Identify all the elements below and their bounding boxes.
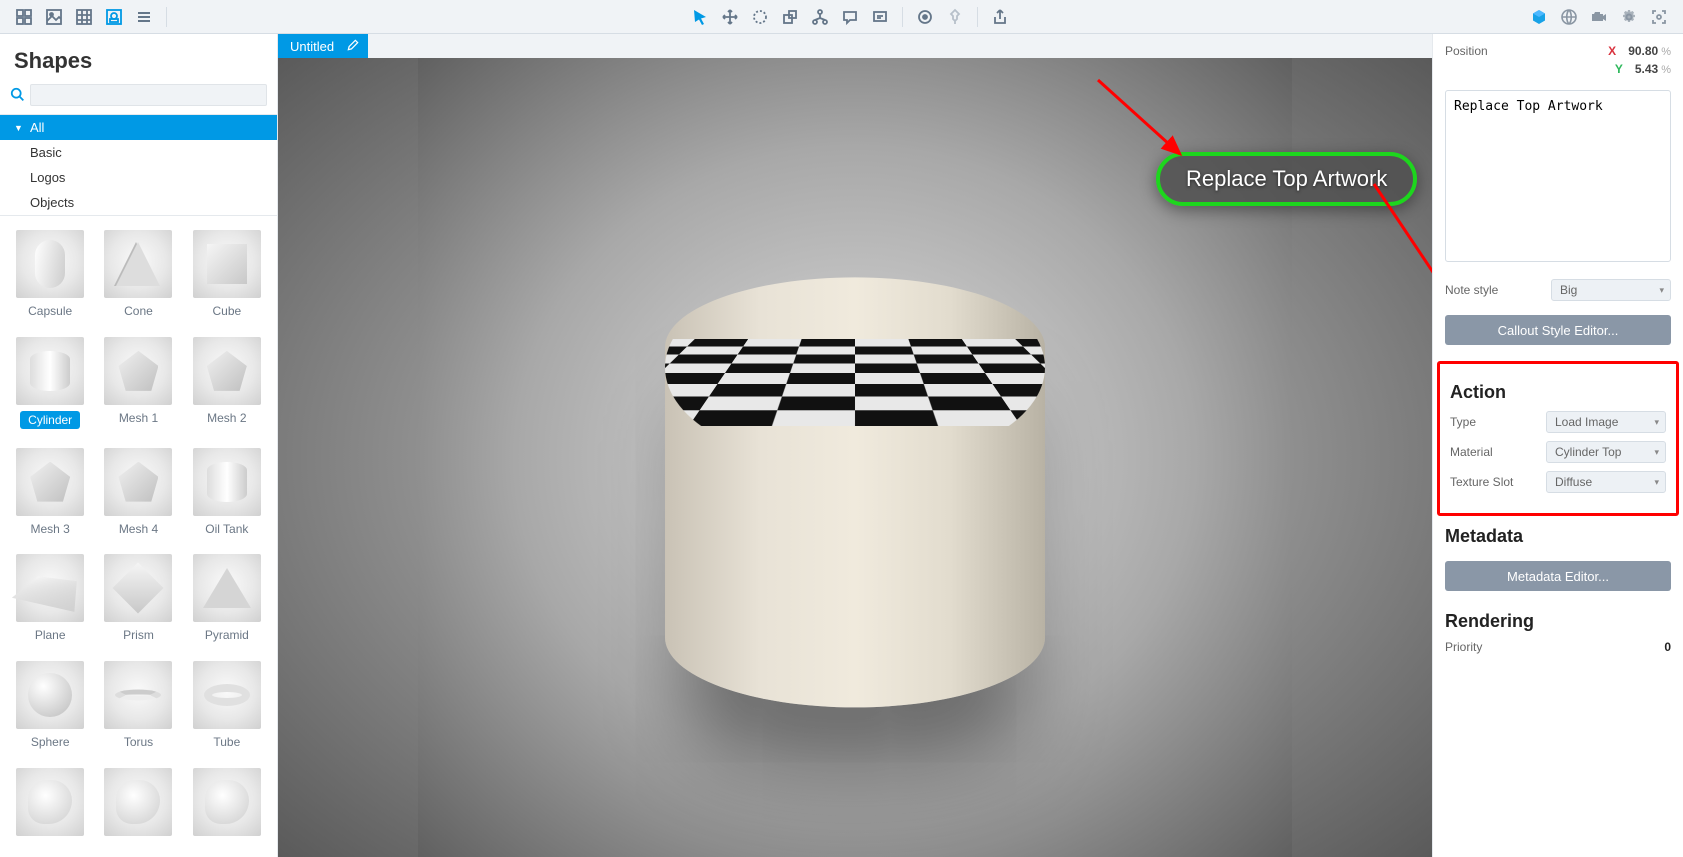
shape-item[interactable]	[187, 768, 267, 843]
shape-label: Pyramid	[205, 628, 249, 642]
hierarchy-tool-icon[interactable]	[806, 3, 834, 31]
rotate-tool-icon[interactable]	[746, 3, 774, 31]
priority-value[interactable]: 0	[1627, 640, 1671, 654]
callout-style-editor-button[interactable]: Callout Style Editor...	[1445, 315, 1671, 345]
position-y-value[interactable]: 5.43	[1635, 62, 1658, 76]
shapes-sidebar: Shapes AllBasicLogosObjects CapsuleConeC…	[0, 34, 278, 857]
axis-x-label: X	[1602, 44, 1622, 58]
shape-label: Sphere	[31, 735, 70, 749]
shape-label: Mesh 1	[119, 411, 158, 425]
shape-item[interactable]: Sphere	[10, 661, 90, 750]
action-section: Action Type Load Image▾ Material Cylinde…	[1437, 361, 1679, 516]
shape-item[interactable]: Torus	[98, 661, 178, 750]
shape-label: Tube	[213, 735, 240, 749]
category-item[interactable]: Basic	[0, 140, 277, 165]
callout-text: Replace Top Artwork	[1186, 166, 1387, 191]
shape-label: Prism	[123, 628, 154, 642]
shape-item[interactable]: Prism	[98, 554, 178, 643]
fullscreen-icon[interactable]	[1645, 3, 1673, 31]
shape-item[interactable]: Cube	[187, 230, 267, 319]
shape-label: Mesh 3	[30, 522, 69, 536]
priority-label: Priority	[1445, 640, 1482, 654]
shape-label: Cone	[124, 304, 153, 318]
shape-label: Cube	[212, 304, 241, 318]
menu-icon[interactable]	[130, 3, 158, 31]
rendering-title: Rendering	[1445, 611, 1671, 632]
axis-y-label: Y	[1609, 62, 1629, 76]
shape-item[interactable]: Mesh 4	[98, 448, 178, 537]
action-texture-slot-select[interactable]: Diffuse▾	[1546, 471, 1666, 493]
viewport-area: Untitled Replace Top Artwork	[278, 34, 1432, 857]
shape-item[interactable]: Mesh 2	[187, 337, 267, 430]
pin-icon[interactable]	[941, 3, 969, 31]
category-list: AllBasicLogosObjects	[0, 114, 277, 215]
move-tool-icon[interactable]	[716, 3, 744, 31]
shape-search-input[interactable]	[30, 84, 267, 106]
shape-label: Mesh 2	[207, 411, 246, 425]
shape-item[interactable]	[10, 768, 90, 843]
action-title: Action	[1450, 382, 1666, 403]
category-item[interactable]: Logos	[0, 165, 277, 190]
top-toolbar	[0, 0, 1683, 34]
shape-label: Mesh 4	[119, 522, 158, 536]
shape-label: Plane	[35, 628, 66, 642]
viewport-3d[interactable]: Replace Top Artwork	[278, 58, 1432, 857]
position-label: Position	[1445, 44, 1596, 58]
sidebar-title: Shapes	[0, 34, 277, 84]
shape-item[interactable]: Mesh 3	[10, 448, 90, 537]
tab-label: Untitled	[290, 39, 334, 54]
target-icon[interactable]	[911, 3, 939, 31]
cylinder-object[interactable]	[665, 277, 1045, 707]
position-x-value[interactable]: 90.80	[1628, 44, 1658, 58]
shape-item[interactable]: Capsule	[10, 230, 90, 319]
camera-icon[interactable]	[1585, 3, 1613, 31]
panel-layout-grid-icon[interactable]	[10, 3, 38, 31]
shape-item[interactable]: Cone	[98, 230, 178, 319]
action-type-label: Type	[1450, 415, 1476, 429]
panel-table-icon[interactable]	[70, 3, 98, 31]
shape-item[interactable]: Cylinder	[10, 337, 90, 430]
metadata-editor-button[interactable]: Metadata Editor...	[1445, 561, 1671, 591]
tab-edit-icon[interactable]	[346, 38, 360, 55]
shape-label: Torus	[124, 735, 153, 749]
shape-item[interactable]: Pyramid	[187, 554, 267, 643]
share-icon[interactable]	[986, 3, 1014, 31]
arrow-annotation	[1368, 178, 1432, 468]
shapes-grid: Capsule Cone Cube Cylinder Mesh 1 Mesh 2 Mesh …	[0, 215, 277, 857]
action-texture-slot-label: Texture Slot	[1450, 475, 1513, 489]
action-material-select[interactable]: Cylinder Top▾	[1546, 441, 1666, 463]
inspector-panel: Position X 90.80% Y 5.43% Note style Big…	[1432, 34, 1683, 857]
document-tab[interactable]: Untitled	[278, 34, 368, 58]
search-icon	[10, 87, 26, 103]
callout-annotation[interactable]: Replace Top Artwork	[1156, 152, 1417, 206]
shape-item[interactable]: Plane	[10, 554, 90, 643]
note-style-label: Note style	[1445, 283, 1498, 297]
shape-item[interactable]: Tube	[187, 661, 267, 750]
shape-item[interactable]: Mesh 1	[98, 337, 178, 430]
shapes-panel-icon[interactable]	[100, 3, 128, 31]
category-item[interactable]: All	[0, 115, 277, 140]
metadata-title: Metadata	[1445, 526, 1671, 547]
select-tool-icon[interactable]	[686, 3, 714, 31]
scale-tool-icon[interactable]	[776, 3, 804, 31]
action-type-select[interactable]: Load Image▾	[1546, 411, 1666, 433]
annotation-tool-icon[interactable]	[866, 3, 894, 31]
globe-icon[interactable]	[1555, 3, 1583, 31]
shape-item[interactable]	[98, 768, 178, 843]
gear-icon[interactable]	[1615, 3, 1643, 31]
shape-item[interactable]: Oil Tank	[187, 448, 267, 537]
shape-label: Oil Tank	[205, 522, 248, 536]
image-panel-icon[interactable]	[40, 3, 68, 31]
cube-view-icon[interactable]	[1525, 3, 1553, 31]
note-style-select[interactable]: Big▾	[1551, 279, 1671, 301]
note-text-input[interactable]	[1445, 90, 1671, 262]
comment-tool-icon[interactable]	[836, 3, 864, 31]
document-tabs: Untitled	[278, 34, 1432, 58]
category-item[interactable]: Objects	[0, 190, 277, 215]
shape-label: Cylinder	[20, 411, 80, 429]
action-material-label: Material	[1450, 445, 1493, 459]
shape-label: Capsule	[28, 304, 72, 318]
